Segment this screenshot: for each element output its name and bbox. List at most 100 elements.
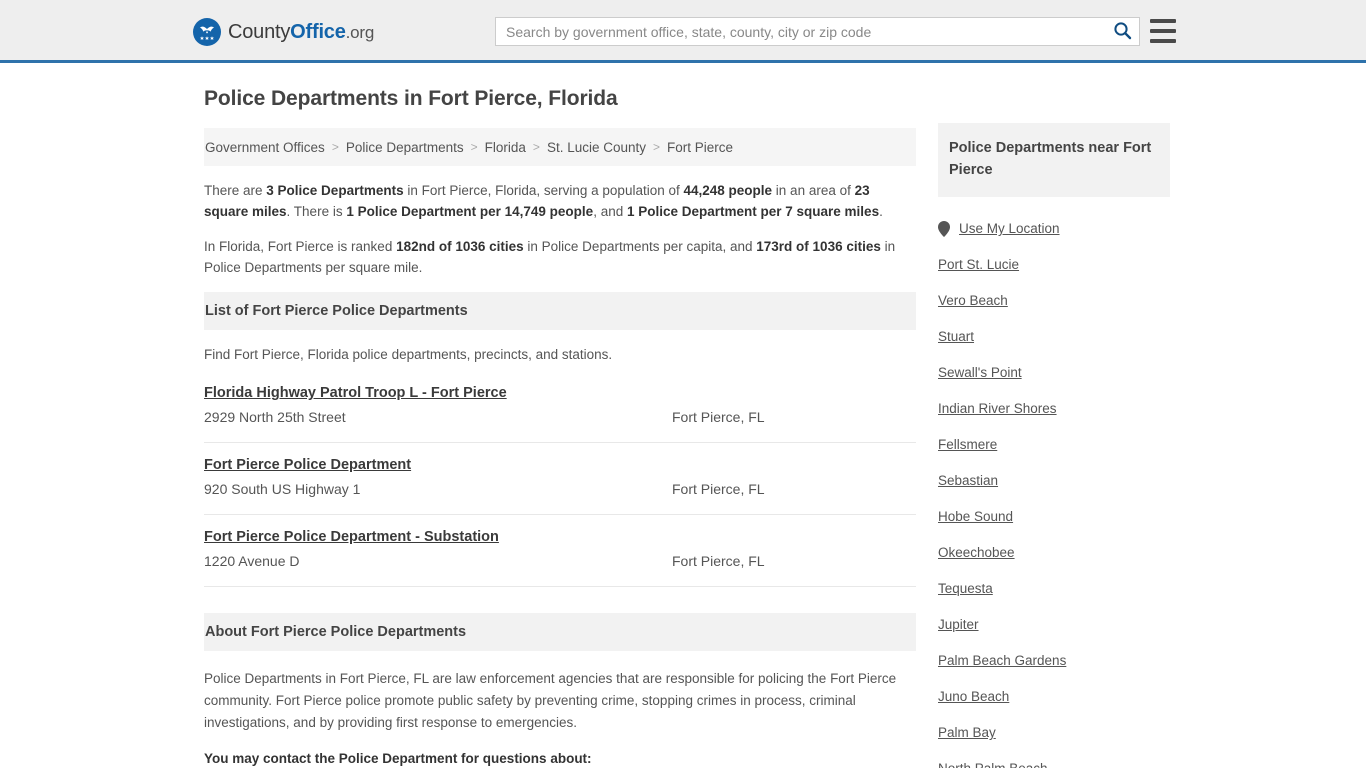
stats-per-area: 1 Police Department per 7 square miles [626, 204, 880, 220]
sidebar-city-link[interactable]: Port St. Lucie [938, 257, 1019, 272]
sidebar-item-sewalls-point[interactable]: Sewall's Point [938, 355, 1170, 391]
site-logo[interactable]: CountyOffice.org [193, 18, 374, 46]
sidebar-city-link[interactable]: Okeechobee [938, 545, 1015, 560]
sidebar-city-link[interactable]: Hobe Sound [938, 509, 1013, 524]
sidebar-city-link[interactable]: Jupiter [938, 617, 979, 632]
main-content: Police Departments in Fort Pierce, Flori… [204, 87, 916, 768]
department-address: 920 South US Highway 1 [204, 481, 361, 498]
table-row: Fort Pierce Police Department - Substati… [204, 528, 916, 588]
map-pin-icon [938, 220, 952, 237]
breadcrumb-separator-icon: > [532, 140, 540, 154]
sidebar-city-link[interactable]: North Palm Beach [938, 761, 1048, 768]
stats-text: , and [593, 204, 627, 220]
brand-county: County [228, 20, 291, 43]
sidebar-city-link[interactable]: Palm Bay [938, 725, 996, 740]
statistics-block: There are 3 Police Departments in Fort P… [204, 180, 916, 278]
stats-text: in Police Departments per capita, and [523, 239, 757, 255]
department-detail-line: 920 South US Highway 1 Fort Pierce, FL [204, 481, 916, 497]
brand-wordmark: CountyOffice.org [228, 21, 374, 44]
department-city-state: Fort Pierce, FL [672, 409, 765, 426]
department-detail-line: 1220 Avenue D Fort Pierce, FL [204, 553, 916, 569]
police-department-list: Florida Highway Patrol Troop L - Fort Pi… [204, 384, 916, 588]
department-detail-line: 2929 North 25th Street Fort Pierce, FL [204, 409, 916, 425]
sidebar-city-link[interactable]: Palm Beach Gardens [938, 653, 1066, 668]
brand-office: Office [290, 20, 346, 43]
sidebar-item-indian-river-shores[interactable]: Indian River Shores [938, 391, 1170, 427]
about-paragraph: Police Departments in Fort Pierce, FL ar… [204, 671, 897, 730]
sidebar-heading: Police Departments near Fort Pierce [949, 140, 1152, 179]
table-row: Fort Pierce Police Department 920 South … [204, 456, 916, 516]
sidebar-city-link[interactable]: Sebastian [938, 473, 998, 488]
hamburger-bar [1150, 39, 1176, 43]
sidebar-city-link[interactable]: Vero Beach [938, 293, 1008, 308]
department-name-link[interactable]: Fort Pierce Police Department [204, 457, 411, 473]
search-bar[interactable] [495, 17, 1140, 46]
list-section-heading: List of Fort Pierce Police Departments [205, 303, 468, 320]
stats-text: In Florida, Fort Pierce is ranked [204, 239, 397, 255]
breadcrumb: Government Offices > Police Departments … [204, 128, 916, 166]
sidebar-item-stuart[interactable]: Stuart [938, 319, 1170, 355]
sidebar-item-vero-beach[interactable]: Vero Beach [938, 283, 1170, 319]
breadcrumb-item-florida[interactable]: Florida [485, 140, 526, 155]
sidebar-city-link[interactable]: Stuart [938, 329, 974, 344]
sidebar-city-link[interactable]: Fellsmere [938, 437, 997, 452]
stats-rank-per-area: 173rd of 1036 cities [756, 239, 881, 255]
sidebar-item-sebastian[interactable]: Sebastian [938, 463, 1170, 499]
sidebar-item-port-st-lucie[interactable]: Port St. Lucie [938, 247, 1170, 283]
use-my-location-link[interactable]: Use My Location [959, 221, 1060, 236]
about-section-body: Police Departments in Fort Pierce, FL ar… [204, 668, 916, 768]
stats-population: 44,248 people [683, 183, 773, 198]
stats-text: in an area of [772, 183, 855, 198]
stats-rank-per-capita: 182nd of 1036 cities [396, 239, 524, 255]
breadcrumb-separator-icon: > [653, 140, 661, 154]
search-button[interactable] [1105, 18, 1139, 45]
sidebar-city-link[interactable]: Tequesta [938, 581, 993, 596]
department-name-link[interactable]: Florida Highway Patrol Troop L - Fort Pi… [204, 385, 507, 401]
sidebar-item-palm-bay[interactable]: Palm Bay [938, 715, 1170, 751]
stats-text: in Fort Pierce, Florida, serving a popul… [403, 183, 684, 198]
about-section-header: About Fort Pierce Police Departments [204, 613, 916, 652]
hamburger-bar [1150, 19, 1176, 23]
stats-text: There are [204, 183, 267, 198]
stats-paragraph-rank: In Florida, Fort Pierce is ranked 182nd … [204, 236, 916, 278]
sidebar-city-link[interactable]: Juno Beach [938, 689, 1009, 704]
site-header: CountyOffice.org [0, 0, 1366, 63]
stats-text: . [879, 204, 883, 220]
stats-per-people: 1 Police Department per 14,749 people [346, 204, 594, 220]
breadcrumb-separator-icon: > [470, 140, 478, 154]
sidebar-item-juno-beach[interactable]: Juno Beach [938, 679, 1170, 715]
list-section-header: List of Fort Pierce Police Departments [204, 292, 916, 331]
sidebar-city-link[interactable]: Sewall's Point [938, 365, 1022, 380]
sidebar-city-link[interactable]: Indian River Shores [938, 401, 1057, 416]
sidebar-item-use-my-location[interactable]: Use My Location [938, 211, 1170, 247]
about-lead: You may contact the Police Department fo… [204, 750, 592, 766]
breadcrumb-item-government-offices[interactable]: Government Offices [205, 140, 325, 155]
department-address: 2929 North 25th Street [204, 409, 346, 426]
sidebar-city-list: Use My Location Port St. Lucie Vero Beac… [938, 211, 1170, 768]
sidebar-item-okeechobee[interactable]: Okeechobee [938, 535, 1170, 571]
table-row: Florida Highway Patrol Troop L - Fort Pi… [204, 384, 916, 444]
sidebar-item-tequesta[interactable]: Tequesta [938, 571, 1170, 607]
sidebar-item-jupiter[interactable]: Jupiter [938, 607, 1170, 643]
hamburger-menu-icon[interactable] [1150, 19, 1176, 43]
sidebar-item-north-palm-beach[interactable]: North Palm Beach [938, 751, 1170, 768]
brand-tld: .org [345, 22, 375, 42]
department-city-state: Fort Pierce, FL [672, 553, 765, 570]
sidebar-item-palm-beach-gardens[interactable]: Palm Beach Gardens [938, 643, 1170, 679]
stats-departments-count: 3 Police Departments [266, 183, 404, 198]
about-section-heading: About Fort Pierce Police Departments [205, 624, 467, 641]
breadcrumb-item-police-departments[interactable]: Police Departments [346, 140, 464, 155]
sidebar-item-fellsmere[interactable]: Fellsmere [938, 427, 1170, 463]
breadcrumb-item-st-lucie-county[interactable]: St. Lucie County [547, 140, 646, 155]
stats-text: . There is [286, 204, 347, 220]
department-name-link[interactable]: Fort Pierce Police Department - Substati… [204, 529, 499, 545]
breadcrumb-separator-icon: > [331, 140, 339, 154]
hamburger-bar [1150, 29, 1176, 33]
search-input[interactable] [496, 18, 1105, 45]
sidebar-item-hobe-sound[interactable]: Hobe Sound [938, 499, 1170, 535]
eagle-stars-shield-icon [193, 18, 221, 46]
sidebar-header: Police Departments near Fort Pierce [938, 123, 1170, 197]
breadcrumb-item-fort-pierce[interactable]: Fort Pierce [667, 140, 733, 155]
department-address: 1220 Avenue D [204, 553, 300, 570]
search-icon [1113, 21, 1132, 43]
